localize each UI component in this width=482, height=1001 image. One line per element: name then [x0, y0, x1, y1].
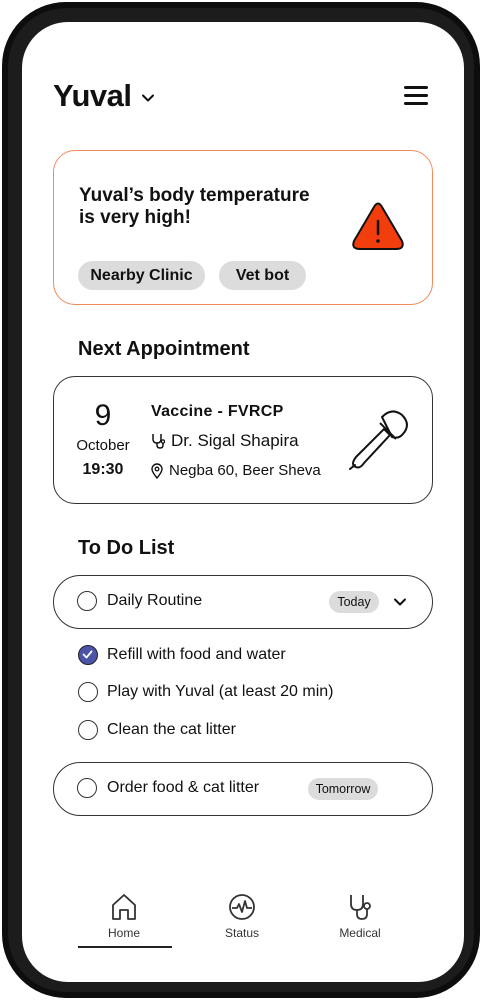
today-badge: Today: [329, 591, 379, 613]
subtask-checkbox-checked[interactable]: [78, 645, 98, 665]
routine-label: Daily Routine: [107, 592, 203, 609]
nav-status-label: Status: [224, 926, 260, 940]
order-label: Order food & cat litter: [107, 779, 260, 796]
chevron-down-icon: [141, 94, 154, 102]
home-icon: [112, 894, 136, 920]
appointment-day: 9: [94, 399, 112, 432]
subtask-label: Play with Yuval (at least 20 min): [107, 683, 334, 700]
subtask-checkbox[interactable]: [78, 682, 98, 702]
appointment-title: Vaccine - FVRCP: [151, 403, 284, 420]
routine-checkbox[interactable]: [77, 591, 97, 611]
appointment-heading: Next Appointment: [78, 338, 250, 360]
nav-medical-label: Medical: [339, 926, 381, 940]
subtask-label: Clean the cat litter: [107, 721, 236, 738]
daily-routine-item[interactable]: Daily Routine Today: [53, 575, 433, 629]
appointment-doctor: Dr. Sigal Shapira: [151, 431, 299, 451]
nav-home-label: Home: [107, 926, 140, 940]
order-food-item[interactable]: Order food & cat litter Tomorrow: [53, 762, 433, 816]
warning-icon: [352, 202, 404, 250]
subtask-checkbox[interactable]: [78, 720, 98, 740]
appointment-month: October: [76, 437, 130, 454]
vaccine-dropper-icon: [349, 410, 408, 470]
nav-status[interactable]: Status: [192, 892, 292, 940]
app-screen: Yuval Yuval’s body temperature is very h…: [22, 22, 464, 982]
checkmark-icon: [82, 650, 93, 659]
pet-selector[interactable]: Yuval: [53, 78, 156, 114]
location-pin-icon: [151, 462, 163, 479]
location-text: Negba 60, Beer Sheva: [169, 462, 321, 479]
tomorrow-badge: Tomorrow: [308, 778, 378, 800]
stethoscope-icon: [152, 434, 165, 449]
stethoscope-icon: [350, 895, 371, 920]
temperature-alert-card: Yuval’s body temperature is very high! N…: [53, 150, 433, 305]
nav-home[interactable]: Home: [74, 892, 174, 940]
hamburger-menu-icon[interactable]: [404, 84, 430, 106]
appointment-card[interactable]: 9 October 19:30 Vaccine - FVRCP Dr. Siga…: [53, 376, 433, 504]
vet-bot-button[interactable]: Vet bot: [219, 261, 306, 290]
nav-medical[interactable]: Medical: [310, 892, 410, 940]
active-tab-indicator: [78, 946, 172, 948]
todo-heading: To Do List: [78, 537, 175, 559]
subtask-label: Refill with food and water: [107, 646, 286, 663]
doctor-name: Dr. Sigal Shapira: [171, 431, 299, 450]
appointment-location: Negba 60, Beer Sheva: [151, 462, 321, 479]
page-title: Yuval: [53, 78, 132, 113]
phone-frame: Yuval Yuval’s body temperature is very h…: [2, 2, 480, 998]
chevron-down-icon[interactable]: [392, 594, 408, 610]
alert-message: Yuval’s body temperature is very high!: [79, 185, 310, 228]
order-checkbox[interactable]: [77, 778, 97, 798]
nearby-clinic-button[interactable]: Nearby Clinic: [78, 261, 205, 290]
heartbeat-icon: [229, 894, 255, 920]
appointment-time: 19:30: [82, 461, 124, 478]
